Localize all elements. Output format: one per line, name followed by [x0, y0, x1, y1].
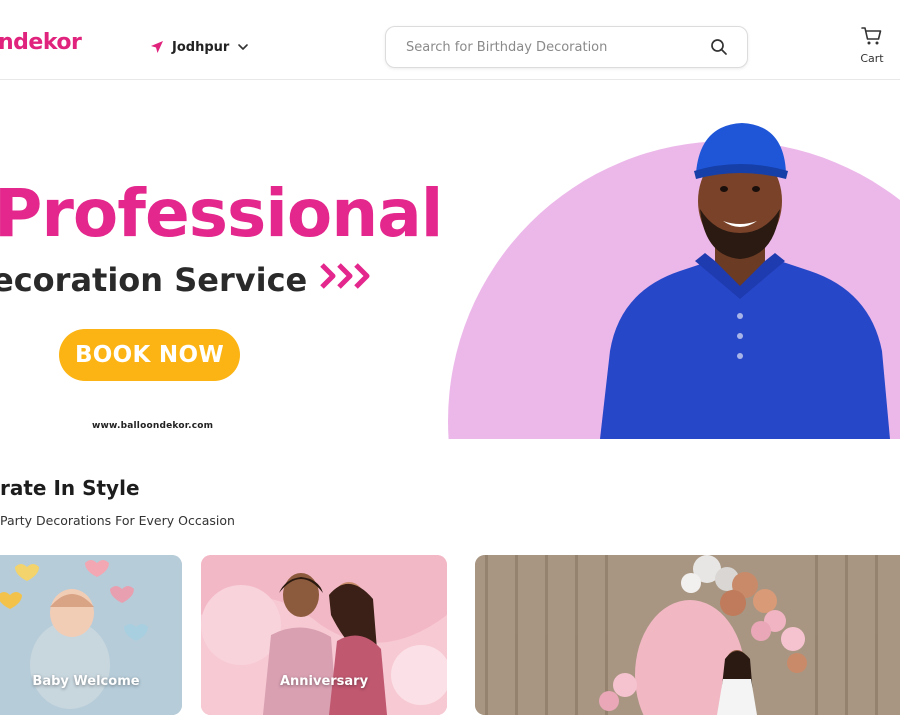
chevron-down-icon [237, 41, 249, 53]
banner-subline: ecoration Service [0, 261, 308, 299]
category-card-anniversary[interactable]: Anniversary [201, 555, 447, 715]
cart-icon [861, 26, 883, 50]
category-card-baby-welcome[interactable]: Baby Welcome [0, 555, 182, 715]
anniversary-image [201, 555, 447, 715]
section-title: rate In Style [0, 476, 140, 500]
baby-welcome-image [0, 555, 182, 715]
cart-button[interactable]: Cart [855, 26, 889, 66]
hero-banner[interactable]: Professional ecoration Service BOOK NOW … [0, 81, 900, 439]
site-header: ndekor Jodhpur Search for Birthday Decor… [0, 0, 900, 80]
book-now-button[interactable]: BOOK NOW [59, 329, 240, 381]
location-arrow-icon [150, 40, 164, 54]
triple-chevron-icon [319, 261, 375, 299]
party-decoration-image [475, 555, 900, 715]
banner-headline: Professional [0, 175, 443, 252]
card-label-baby-welcome: Baby Welcome [32, 674, 140, 689]
search-icon[interactable] [709, 37, 729, 57]
cart-label: Cart [860, 52, 884, 65]
banner-subline-row: ecoration Service [0, 261, 375, 299]
search-bar [385, 26, 748, 68]
card-label-anniversary: Anniversary [279, 674, 369, 689]
location-selector[interactable]: Jodhpur [150, 36, 249, 58]
category-card-party-decoration[interactable] [475, 555, 900, 715]
brand-logo[interactable]: ndekor [0, 30, 82, 55]
service-person-image [600, 123, 890, 439]
section-subtitle: Party Decorations For Every Occasion [0, 513, 235, 528]
search-input[interactable] [404, 32, 709, 62]
location-label: Jodhpur [172, 39, 230, 55]
banner-website: www.balloondekor.com [92, 421, 214, 431]
